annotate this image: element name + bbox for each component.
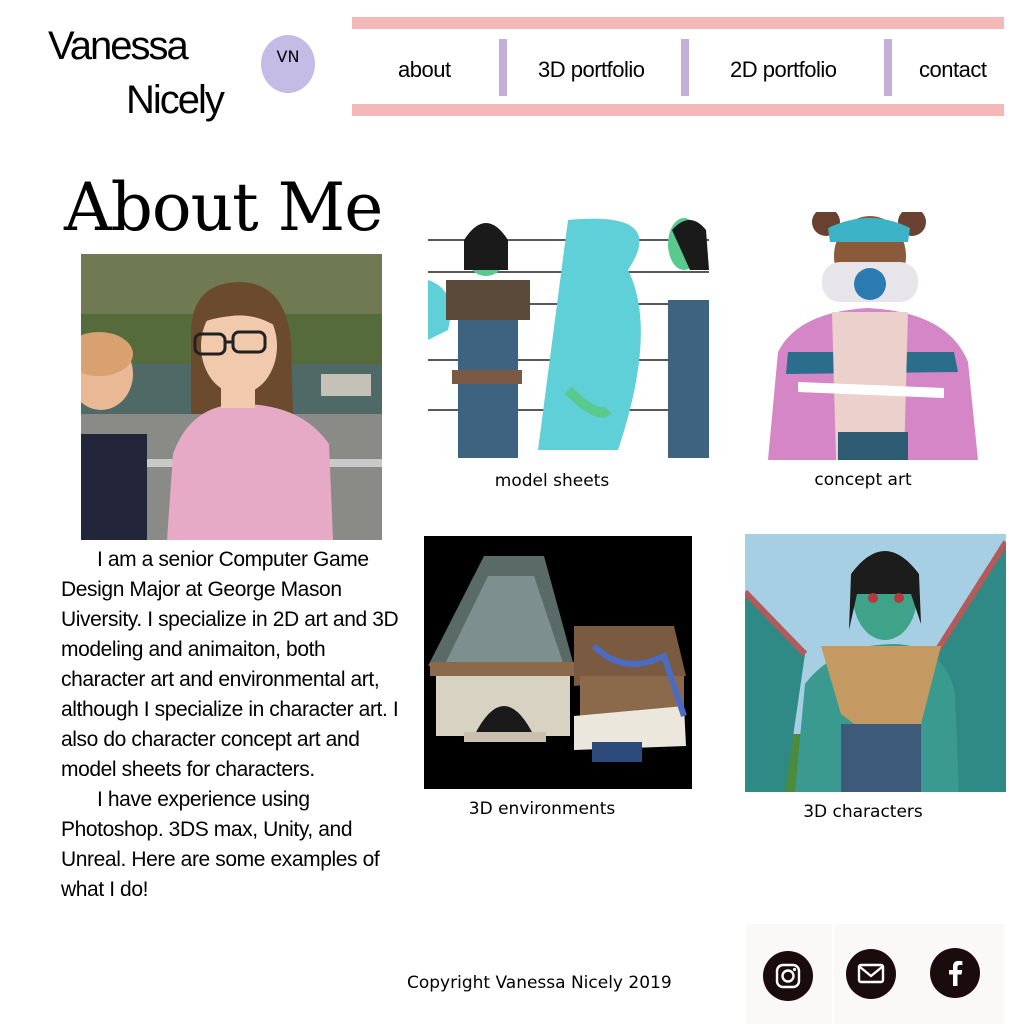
brand-last-name: Nicely — [126, 78, 225, 122]
nav-divider — [884, 39, 892, 96]
3d-environment-image — [428, 556, 687, 762]
nav-bottom-bar — [352, 104, 1004, 116]
initials-badge: VN — [261, 35, 315, 93]
email-button[interactable] — [846, 949, 896, 999]
nav-link-3d-portfolio[interactable]: 3D portfolio — [538, 52, 645, 88]
mail-icon — [857, 963, 885, 984]
page-title: About Me — [64, 169, 383, 246]
nav-divider — [681, 39, 689, 96]
gallery-caption-3d-environments[interactable]: 3D environments — [452, 798, 632, 820]
gallery-caption-3d-characters[interactable]: 3D characters — [790, 801, 936, 823]
facebook-button[interactable] — [930, 948, 980, 998]
bio-paragraph-2: I have experience using Photoshop. 3DS m… — [61, 788, 380, 901]
instagram-button[interactable] — [763, 951, 813, 1001]
bio-text: I am a senior Computer Game Design Major… — [61, 545, 406, 905]
nav-top-bar — [352, 17, 1004, 29]
concept-art-image — [768, 212, 978, 460]
gallery-caption-model-sheets[interactable]: model sheets — [478, 470, 626, 492]
nav-divider — [499, 39, 507, 96]
model-sheet-image — [428, 218, 709, 458]
nav-link-about[interactable]: about — [398, 52, 451, 88]
instagram-icon — [775, 963, 801, 989]
bio-paragraph-1: I am a senior Computer Game Design Major… — [61, 548, 399, 781]
3d-character-image — [745, 534, 1006, 792]
copyright-text: Copyright Vanessa Nicely 2019 — [407, 973, 672, 993]
profile-photo-image — [81, 254, 382, 540]
facebook-icon — [949, 960, 963, 986]
gallery-thumb-concept-art[interactable] — [758, 212, 984, 460]
nav-link-2d-portfolio[interactable]: 2D portfolio — [730, 52, 837, 88]
brand-first-name: Vanessa — [48, 24, 189, 68]
gallery-thumb-model-sheets[interactable] — [428, 210, 709, 458]
initials-text: VN — [276, 47, 300, 66]
nav-link-contact[interactable]: contact — [919, 52, 987, 88]
page: Vanessa Nicely VN about 3D portfolio 2D … — [0, 0, 1024, 1024]
gallery-caption-concept-art[interactable]: concept art — [800, 469, 926, 491]
gallery-thumb-3d-environments[interactable] — [424, 536, 692, 789]
profile-photo — [81, 254, 382, 540]
gallery-thumb-3d-characters[interactable] — [745, 534, 1006, 792]
